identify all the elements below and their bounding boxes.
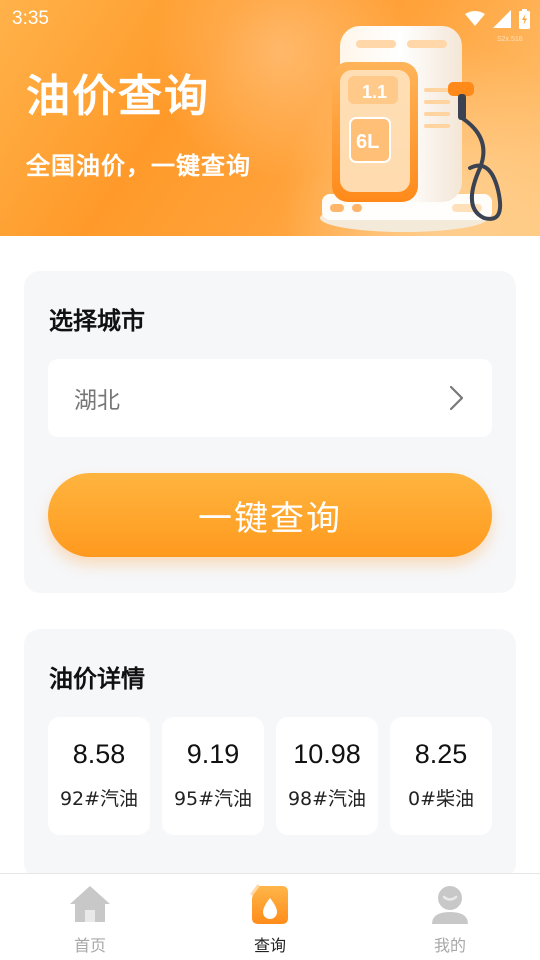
price-tile-diesel-0: 8.25 0#柴油: [390, 717, 492, 835]
header-banner: 3:35 油价查询 全国油价，一键查询 1.1 6L S2x.518: [0, 0, 540, 236]
svg-text:1.1: 1.1: [362, 82, 387, 102]
nav-label-profile: 我的: [433, 936, 466, 955]
query-oil-icon: [250, 884, 288, 924]
chevron-right-icon: [449, 385, 464, 411]
oil-price-card: 油价详情 8.58 92#汽油 9.19 95#汽油 10.98 98#汽油 8…: [24, 629, 516, 879]
selected-city: 湖北: [74, 388, 120, 414]
price-label: 0#柴油: [407, 788, 474, 810]
price-label: 95#汽油: [173, 788, 253, 810]
status-time: 3:35: [12, 8, 49, 29]
nav-item-query[interactable]: 查询: [180, 874, 360, 960]
watermark: S2x.518: [497, 36, 523, 43]
city-select-card: 选择城市 湖北 一键查询: [24, 271, 516, 593]
price-label: 92#汽油: [59, 788, 139, 810]
pump-display: 6L: [356, 131, 379, 153]
price-card-heading: 油价详情: [49, 665, 145, 693]
nav-label-query: 查询: [253, 936, 286, 955]
price-tiles: 8.58 92#汽油 9.19 95#汽油 10.98 98#汽油 8.25 0…: [48, 717, 492, 835]
page-subtitle: 全国油价，一键查询: [26, 152, 251, 180]
price-tile-92: 8.58 92#汽油: [48, 717, 150, 835]
nav-item-home[interactable]: 首页: [0, 874, 180, 960]
price-value: 9.19: [186, 739, 240, 769]
page-title: 油价查询: [26, 71, 210, 122]
home-icon: [70, 886, 110, 922]
price-tile-98: 10.98 98#汽油: [276, 717, 378, 835]
price-tile-95: 9.19 95#汽油: [162, 717, 264, 835]
fuel-pump-illustration: 1.1 6L: [320, 26, 503, 232]
battery-charging-icon: [519, 9, 530, 29]
price-value: 10.98: [293, 739, 361, 769]
city-select-field[interactable]: 湖北: [48, 359, 492, 437]
one-click-query-button[interactable]: 一键查询: [48, 473, 492, 557]
price-value: 8.58: [72, 739, 126, 769]
price-label: 98#汽油: [287, 788, 367, 810]
city-card-heading: 选择城市: [49, 307, 145, 335]
nav-item-profile[interactable]: 我的: [360, 874, 540, 960]
nav-label-home: 首页: [73, 936, 106, 955]
bottom-nav: 首页 查询 我的: [0, 873, 540, 960]
price-value: 8.25: [414, 739, 468, 769]
profile-icon: [432, 886, 468, 924]
